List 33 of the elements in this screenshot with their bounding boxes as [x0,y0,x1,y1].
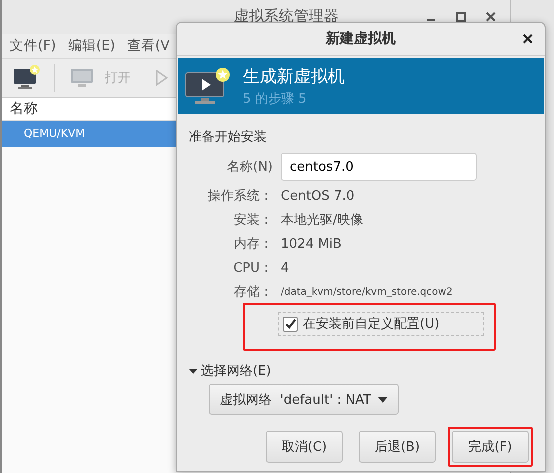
menu-item[interactable]: 文件(F) [10,37,56,55]
field-label: 操作系统： [207,188,273,205]
network-expander[interactable]: 选择网络(E) [189,362,533,380]
maximize-icon[interactable] [456,12,466,22]
field-value: /data_kvm/store/kvm_store.qcow2 [281,286,454,298]
field-label: CPU： [232,260,273,277]
expander-arrow-icon [189,366,198,376]
section-heading: 准备开始安装 [189,129,268,146]
caret-icon [378,396,388,402]
field-label: 内存： [233,236,273,253]
field-label: 安装： [233,212,273,229]
dialog-button[interactable]: 取消(C) [266,431,343,463]
menu-item[interactable]: 查看(V [127,37,170,55]
monitor-icon [69,67,95,89]
dialog-title: 新建虚拟机 [326,30,396,48]
banner-title: 生成新虚拟机 [243,66,345,88]
new-vm-icon[interactable] [12,65,40,91]
menu-item[interactable]: 编辑(E) [68,37,116,55]
check-icon [284,318,296,330]
dialog-button[interactable]: 完成(F) [452,431,529,463]
dialog-button[interactable]: 后退(B) [359,431,436,463]
field-value: 4 [281,260,290,276]
close-icon[interactable] [523,34,533,44]
customize-checkbox[interactable]: 在安装前自定义配置(U) [278,312,484,336]
field-label: 名称(N) [226,159,273,176]
field-value: CentOS 7.0 [281,188,356,204]
field-value: 1024 MiB [281,236,343,252]
network-dropdown[interactable]: 虚拟网络 'default' : NAT [209,384,399,415]
name-field[interactable]: centos7.0 [281,153,477,181]
monitor-icon [185,67,231,105]
field-label: 存储： [233,284,273,301]
field-value: 本地光驱/映像 [281,212,364,229]
close-icon[interactable] [486,12,496,22]
